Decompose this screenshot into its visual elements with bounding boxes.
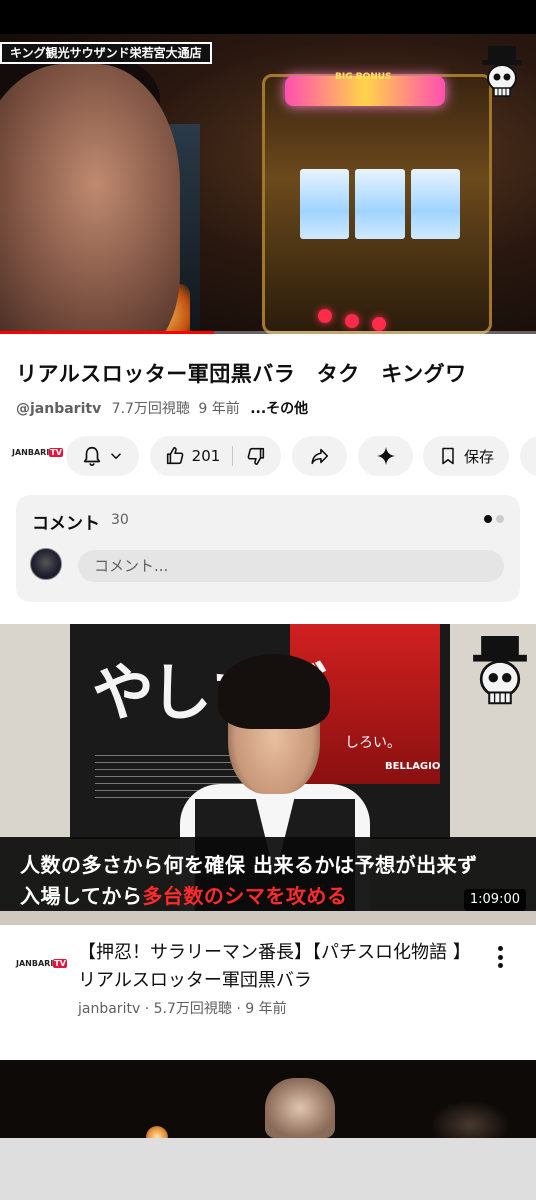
- status-bar: [0, 0, 536, 34]
- person-face: [0, 64, 180, 334]
- next-video-channel-avatar[interactable]: JANBARITV: [16, 959, 67, 968]
- next-video-channel: janbaritv: [78, 1001, 141, 1017]
- slot-reel: [355, 169, 405, 239]
- store-name-overlay: キング観光サウザンド栄若宮大通店: [0, 42, 212, 64]
- slot-machine-text: BIG BONUS: [335, 72, 392, 82]
- presenter-hair: [218, 654, 330, 729]
- slot-lamp: [345, 314, 359, 328]
- slot-reels: [300, 169, 460, 239]
- like-dislike-group: 201: [150, 436, 281, 476]
- ask-ai-button[interactable]: [358, 436, 413, 476]
- poster-brand: BELLAGIO: [385, 761, 441, 772]
- meta-separator: ·: [144, 1001, 154, 1017]
- channel-logo-text: JANBARI: [16, 959, 54, 968]
- skull-logo-icon: [473, 636, 527, 705]
- pager-dot-active: [484, 515, 492, 523]
- next-video-info[interactable]: JANBARITV 【押忍！サラリーマン番長】【パチスロ化物語 】リアルスロッタ…: [0, 925, 536, 1060]
- background-figure: [430, 1100, 510, 1138]
- comments-card[interactable]: コメント 30 コメント...: [16, 495, 520, 602]
- channel-avatar[interactable]: JANBARITV: [12, 448, 63, 464]
- next-video-views: 5.7万回視聴: [153, 1001, 232, 1017]
- caption-line-2-highlight: 多台数のシマを攻める: [142, 884, 348, 908]
- upload-age: 9 年前: [198, 401, 240, 417]
- skull-logo-icon: [482, 46, 522, 97]
- more-actions-button[interactable]: [520, 436, 536, 476]
- thumbs-down-icon[interactable]: [245, 445, 267, 467]
- like-divider: [232, 446, 234, 466]
- slot-reel: [300, 169, 350, 239]
- sparkle-icon: [376, 446, 395, 466]
- comments-title: コメント: [32, 514, 100, 534]
- thumbnail-floor: [0, 911, 536, 925]
- caption-line-2: 入場してから多台数のシマを攻める: [20, 880, 536, 909]
- thumbnail-caption: 人数の多さから何を確保 出来るかは予想が出来ず 入場してから多台数のシマを攻める: [0, 837, 536, 911]
- thumbs-up-icon[interactable]: [164, 445, 186, 467]
- share-icon: [310, 448, 328, 465]
- comment-input[interactable]: コメント...: [78, 550, 504, 582]
- description-more-link[interactable]: ...その他: [250, 401, 308, 417]
- caption-line-1: 人数の多さから何を確保 出来るかは予想が出来ず: [20, 853, 478, 877]
- channel-logo-tv: TV: [49, 448, 63, 457]
- video-meta[interactable]: @janbaritv 7.7万回視聴 9 年前 ...その他: [16, 398, 308, 418]
- slot-reel: [410, 169, 460, 239]
- comments-pager: [484, 515, 504, 523]
- next-video-age: 9 年前: [245, 1001, 287, 1017]
- meta-separator: ·: [236, 1001, 246, 1017]
- more-options-icon[interactable]: [490, 943, 510, 971]
- channel-handle[interactable]: @janbaritv: [16, 401, 101, 417]
- caption-line-2-prefix: 入場してから: [20, 884, 143, 908]
- save-button[interactable]: 保存: [423, 436, 509, 476]
- action-bar: JANBARITV 201 保存: [0, 434, 536, 478]
- stage-light: [146, 1126, 168, 1138]
- chevron-down-icon: [110, 453, 121, 460]
- youtube-watch-page: BIG BONUS キング観光サウザンド栄若宮大通店 リアルスロッター軍団黒バラ…: [0, 0, 536, 1200]
- third-video-thumbnail[interactable]: [0, 1060, 536, 1138]
- poster-subtext: しろい。: [345, 735, 401, 751]
- user-avatar: [30, 548, 62, 580]
- like-count[interactable]: 201: [192, 447, 221, 465]
- pager-dot: [496, 515, 504, 523]
- video-info-sheet: リアルスロッター軍団黒バラ タク キングワ @janbaritv 7.7万回視聴…: [0, 334, 536, 624]
- channel-logo-tv: TV: [53, 959, 67, 968]
- next-video-thumbnail[interactable]: やしさぎ しろい。 BELLAGIO 人数の多さから何を確保 出来るかは予想が出…: [0, 624, 536, 925]
- share-button[interactable]: [292, 436, 347, 476]
- subscribe-notification-button[interactable]: [66, 436, 139, 476]
- slot-lamp: [372, 317, 386, 331]
- save-label: 保存: [463, 447, 494, 466]
- bookmark-icon: [442, 447, 454, 465]
- channel-logo-text: JANBARI: [12, 448, 50, 457]
- next-video-meta: janbaritv · 5.7万回視聴 · 9 年前: [78, 998, 287, 1018]
- slot-lamp: [318, 309, 332, 323]
- view-count: 7.7万回視聴: [111, 401, 190, 417]
- video-player[interactable]: BIG BONUS キング観光サウザンド栄若宮大通店: [0, 34, 536, 334]
- next-video-title[interactable]: 【押忍！サラリーマン番長】【パチスロ化物語 】リアルスロッター軍団黒バラ: [78, 939, 474, 995]
- comments-count: 30: [111, 512, 129, 528]
- duration-badge: 1:09:00: [463, 889, 526, 911]
- pointing-hand: [265, 1078, 335, 1138]
- bell-icon: [83, 446, 100, 466]
- video-title[interactable]: リアルスロッター軍団黒バラ タク キングワ: [16, 358, 521, 388]
- bottom-navigation-area: [0, 1138, 536, 1200]
